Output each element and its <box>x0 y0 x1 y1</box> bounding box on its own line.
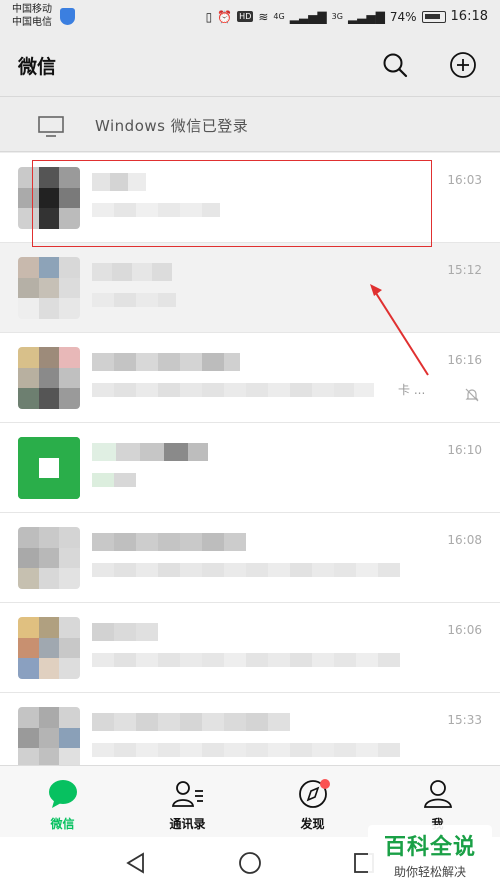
watermark-subtitle: 助你轻松解决 <box>393 865 466 879</box>
chat-row[interactable]: 16:08 <box>0 513 500 603</box>
battery-percent: 74% <box>389 9 417 24</box>
chat-row[interactable]: 16:10 <box>0 423 500 513</box>
chat-message-blurred <box>92 653 400 667</box>
carrier-2: 中国电信 <box>12 17 52 28</box>
add-button[interactable] <box>446 48 480 82</box>
chat-message-blurred <box>92 563 400 577</box>
chat-name-blurred <box>92 353 240 371</box>
chat-message-blurred <box>92 383 374 397</box>
status-time: 16:18 <box>450 9 488 24</box>
avatar <box>18 437 80 499</box>
chat-row[interactable]: 15:12 <box>0 243 500 333</box>
avatar <box>18 527 80 589</box>
windows-login-banner[interactable]: Windows 微信已登录 <box>0 96 500 152</box>
chat-name-blurred <box>92 443 208 461</box>
signal-icon: ▂▃▅▇ <box>289 9 327 24</box>
contacts-icon <box>171 781 203 807</box>
carrier-info: 中国移动 中国电信 <box>12 3 52 29</box>
tab-label: 发现 <box>300 817 325 831</box>
chat-bubble-icon <box>48 780 77 808</box>
chat-message-blurred <box>92 293 176 307</box>
shield-icon <box>60 8 75 25</box>
chat-time: 16:16 <box>447 353 482 367</box>
status-bar: 中国移动 中国电信 ▯ ⏰ HD ≋ 4G ▂▃▅▇ 3G ▂▃▅▇ 74% 1… <box>0 0 500 34</box>
chat-message-suffix: 卡 ... <box>398 383 426 397</box>
chat-name-blurred <box>92 263 172 281</box>
windows-login-text: Windows 微信已登录 <box>95 117 249 135</box>
person-icon <box>423 780 452 808</box>
tab-chats[interactable]: 微信 <box>0 766 125 837</box>
tab-contacts[interactable]: 通讯录 <box>125 766 250 837</box>
app-header: 微信 <box>0 34 500 96</box>
chat-time: 16:03 <box>447 173 482 187</box>
chat-name-blurred <box>92 623 158 641</box>
chat-name-blurred <box>92 533 246 551</box>
avatar <box>18 257 80 319</box>
chat-name-blurred <box>92 173 146 191</box>
wifi-icon: ≋ <box>258 9 269 24</box>
back-icon[interactable] <box>125 852 147 874</box>
watermark-logo: 百科全说 助你轻松解决 <box>368 825 492 883</box>
tab-label: 通讯录 <box>169 817 206 831</box>
page-title: 微信 <box>18 56 57 78</box>
hd-icon: HD <box>237 11 254 22</box>
chat-list: 16:03 15:12 卡 ... 16:16 16:10 16:08 16:0… <box>0 153 500 783</box>
alarm-icon: ⏰ <box>217 9 233 24</box>
watermark-title: 百科全说 <box>383 835 476 860</box>
chat-message-blurred <box>92 473 136 487</box>
carrier-1: 中国移动 <box>12 4 52 15</box>
mute-bell-icon <box>465 388 479 402</box>
chat-row[interactable]: 16:06 <box>0 603 500 693</box>
plus-circle-icon <box>450 52 476 78</box>
tab-discover[interactable]: 发现 <box>250 766 375 837</box>
chat-row[interactable]: 16:03 <box>0 153 500 243</box>
chat-time: 15:12 <box>447 263 482 277</box>
chat-row[interactable]: 卡 ... 16:16 <box>0 333 500 423</box>
chat-message-blurred <box>92 743 400 757</box>
signal-4g-label: 4G <box>273 11 285 21</box>
search-button[interactable] <box>378 48 412 82</box>
vibrate-icon: ▯ <box>205 9 213 24</box>
avatar <box>18 617 80 679</box>
signal-3g-label: 3G <box>331 11 343 21</box>
tab-label: 微信 <box>50 817 75 831</box>
avatar <box>18 167 80 229</box>
search-icon <box>383 53 408 78</box>
chat-time: 16:10 <box>447 443 482 457</box>
battery-icon <box>421 10 446 23</box>
home-icon[interactable] <box>238 851 262 875</box>
chat-name-blurred <box>92 713 290 731</box>
avatar <box>18 347 80 409</box>
chat-time: 16:06 <box>447 623 482 637</box>
notification-dot <box>320 779 330 789</box>
chat-time: 15:33 <box>447 713 482 727</box>
signal-icon-2: ▂▃▅▇ <box>347 9 385 24</box>
chat-message-blurred <box>92 203 220 217</box>
avatar <box>18 707 80 769</box>
chat-time: 16:08 <box>447 533 482 547</box>
status-icons: ▯ ⏰ HD ≋ 4G ▂▃▅▇ 3G ▂▃▅▇ 74% 16:18 <box>206 9 488 24</box>
monitor-icon <box>38 116 64 137</box>
